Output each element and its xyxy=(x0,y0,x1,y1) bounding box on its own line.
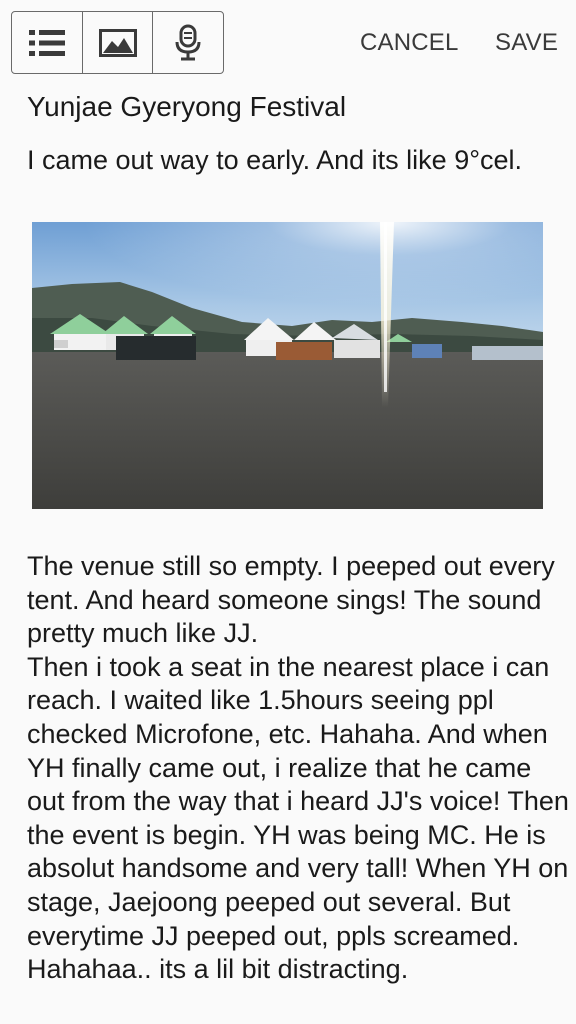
insert-tool-group xyxy=(11,11,224,74)
festival-venue-photo xyxy=(32,222,543,509)
list-icon xyxy=(28,29,65,56)
attached-photo[interactable] xyxy=(32,222,543,509)
insert-image-button[interactable] xyxy=(83,12,154,73)
image-icon xyxy=(98,28,137,57)
note-title[interactable]: Yunjae Gyeryong Festival xyxy=(27,91,346,123)
voice-record-button[interactable] xyxy=(153,12,223,73)
note-body-text[interactable]: The venue still so empty. I peeped out e… xyxy=(27,550,572,987)
editor-toolbar: CANCEL SAVE xyxy=(0,0,576,84)
note-intro-text[interactable]: I came out way to early. And its like 9°… xyxy=(27,145,567,176)
cancel-button[interactable]: CANCEL xyxy=(360,29,459,57)
microphone-icon xyxy=(175,24,201,60)
list-button[interactable] xyxy=(12,12,83,73)
save-button[interactable]: SAVE xyxy=(495,29,558,57)
